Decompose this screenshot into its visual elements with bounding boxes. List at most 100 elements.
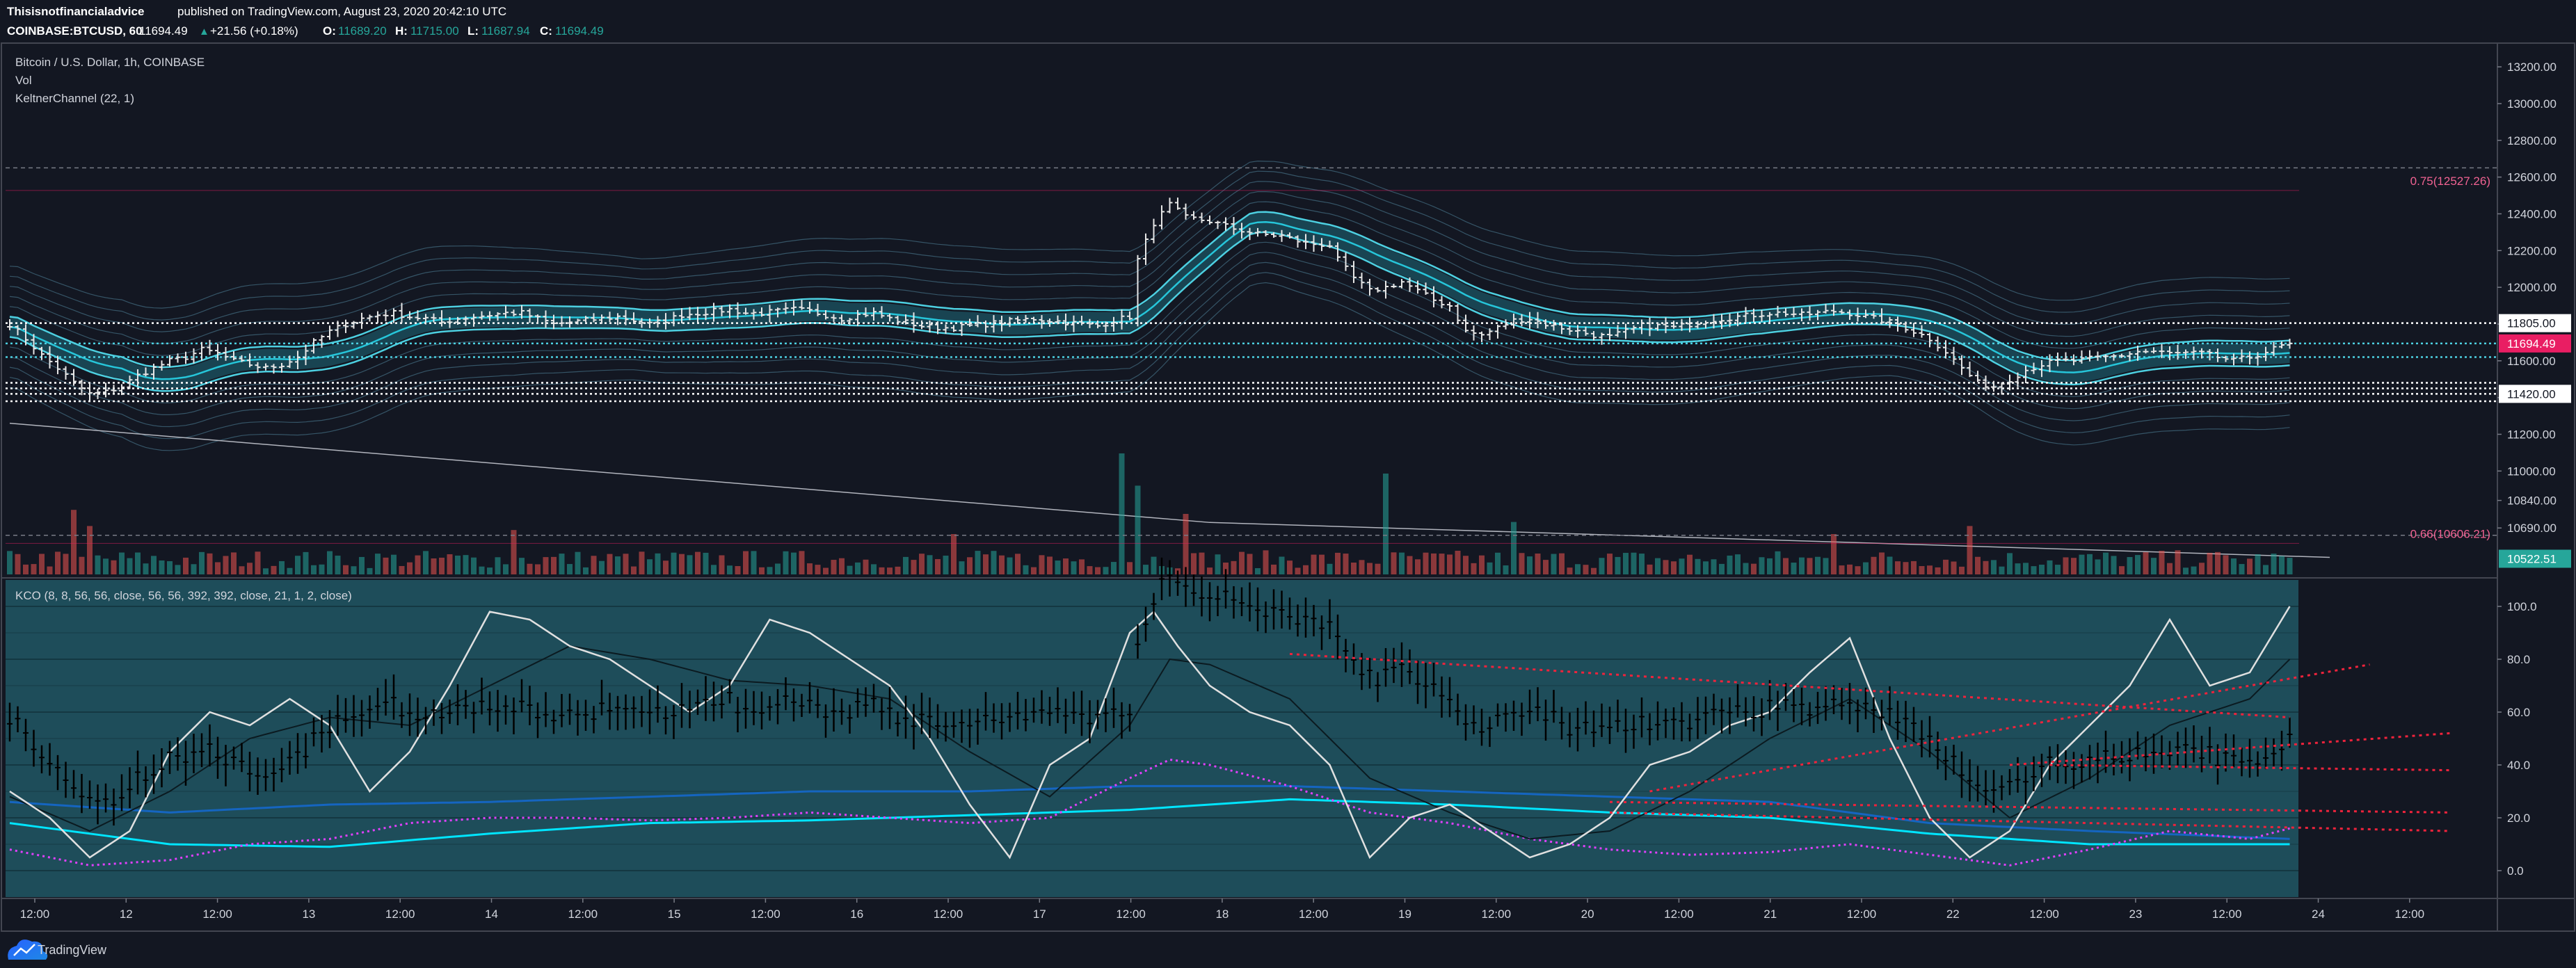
volume-bar xyxy=(191,564,197,574)
volume-bar xyxy=(591,556,597,574)
volume-bar xyxy=(2007,553,2013,574)
price-tag-label: 11694.49 xyxy=(2507,337,2556,350)
time-tick-label: 12:00 xyxy=(2212,908,2242,921)
volume-bar xyxy=(1527,556,1533,574)
volume-bar xyxy=(359,556,365,574)
volume-bar xyxy=(511,530,517,574)
volume-bar xyxy=(31,564,37,574)
author-name[interactable]: Thisisnotfinancialadvice xyxy=(7,5,144,18)
volume-bar xyxy=(1295,567,1301,574)
volume-bar xyxy=(1575,564,1581,574)
volume-bar xyxy=(2287,558,2293,574)
volume-bar xyxy=(927,555,933,574)
volume-bar xyxy=(1655,558,1661,574)
time-tick-label: 12:00 xyxy=(2395,908,2425,921)
price-tick-label: 10840.00 xyxy=(2507,494,2557,508)
time-tick-label: 17 xyxy=(1033,908,1046,921)
legend-title[interactable]: Bitcoin / U.S. Dollar, 1h, COINBASE xyxy=(15,56,205,69)
volume-bar xyxy=(455,555,461,574)
price-tick-label: 11600.00 xyxy=(2507,355,2556,368)
volume-bar xyxy=(943,556,949,574)
volume-bar xyxy=(2055,565,2061,574)
volume-bar xyxy=(847,565,853,574)
volume-bar xyxy=(1143,565,1149,574)
volume-bar xyxy=(623,554,629,574)
volume-bar xyxy=(335,556,341,574)
volume-bar xyxy=(1583,565,1589,574)
fib-label: 0.75(12527.26) xyxy=(2410,175,2490,188)
volume-bar xyxy=(1079,559,1085,574)
volume-bar xyxy=(1671,561,1677,574)
volume-bar xyxy=(71,510,77,574)
price-tick-label: 12800.00 xyxy=(2507,134,2557,147)
volume-bar xyxy=(1887,556,1893,574)
volume-bar xyxy=(663,560,669,574)
symbol-label[interactable]: COINBASE:BTCUSD, 60 xyxy=(7,24,143,38)
volume-bar xyxy=(439,557,445,574)
volume-bar xyxy=(1231,560,1237,574)
tradingview-brand[interactable]: TradingView xyxy=(38,943,107,957)
time-tick-label: 12:00 xyxy=(20,908,50,921)
volume-bar xyxy=(1247,554,1253,574)
volume-bar xyxy=(1071,561,1077,574)
volume-bar xyxy=(1855,566,1861,574)
volume-bar xyxy=(1511,522,1517,574)
volume-bar xyxy=(327,551,333,574)
volume-bar xyxy=(1983,560,1989,574)
volume-bar xyxy=(1263,550,1269,574)
volume-bar xyxy=(431,558,437,574)
volume-bar xyxy=(599,560,605,574)
volume-bar xyxy=(2135,555,2141,574)
volume-bar xyxy=(1991,560,1997,574)
volume-bar xyxy=(343,565,349,574)
volume-bar xyxy=(143,563,149,574)
volume-bar xyxy=(1807,558,1813,574)
volume-bar xyxy=(1767,558,1773,574)
volume-bar xyxy=(655,553,661,574)
volume-bar xyxy=(1255,567,1261,574)
time-tick-label: 12:00 xyxy=(1116,908,1146,921)
volume-bar xyxy=(1831,534,1837,574)
volume-bar xyxy=(471,557,477,574)
price-tag-label: 10522.51 xyxy=(2507,552,2557,565)
volume-bar xyxy=(1431,553,1437,574)
volume-bar xyxy=(1815,556,1821,574)
volume-bar xyxy=(1919,566,1925,574)
volume-bar xyxy=(95,555,101,574)
volume-bar xyxy=(895,566,901,574)
volume-bar xyxy=(743,551,749,574)
volume-bar xyxy=(1359,560,1365,574)
volume-bar xyxy=(151,556,157,574)
volume-bar xyxy=(2279,556,2285,574)
volume-bar xyxy=(527,563,533,574)
volume-bar xyxy=(1911,560,1917,574)
change-up-icon: ▲ xyxy=(199,26,209,38)
volume-bar xyxy=(207,553,213,574)
volume-bar xyxy=(1127,562,1133,574)
volume-bar xyxy=(1999,566,2005,574)
volume-bar xyxy=(2127,557,2133,574)
volume-bar xyxy=(911,560,917,574)
time-tick-label: 12 xyxy=(120,908,133,921)
volume-bar xyxy=(1487,562,1493,574)
volume-bar xyxy=(2143,552,2149,574)
time-tick-label: 14 xyxy=(485,908,498,921)
volume-bar xyxy=(575,551,581,574)
volume-bar xyxy=(751,551,757,574)
volume-bar xyxy=(487,567,493,574)
volume-bar xyxy=(295,556,301,574)
volume-bar xyxy=(1623,553,1629,574)
legend-kco[interactable]: KCO (8, 8, 56, 56, close, 56, 56, 392, 3… xyxy=(15,589,352,602)
volume-bar xyxy=(2159,551,2165,574)
volume-bar xyxy=(1447,554,1453,574)
osc-tick-label: 40.0 xyxy=(2507,759,2530,772)
volume-bar xyxy=(2263,565,2269,574)
legend-vol[interactable]: Vol xyxy=(15,74,32,87)
volume-bar xyxy=(1663,560,1669,574)
volume-bar xyxy=(1719,563,1725,574)
legend-keltner[interactable]: KeltnerChannel (22, 1) xyxy=(15,92,134,105)
volume-bar xyxy=(1727,555,1733,574)
volume-bar xyxy=(1823,558,1829,574)
volume-bar xyxy=(1391,552,1397,574)
volume-bar xyxy=(2023,563,2029,574)
